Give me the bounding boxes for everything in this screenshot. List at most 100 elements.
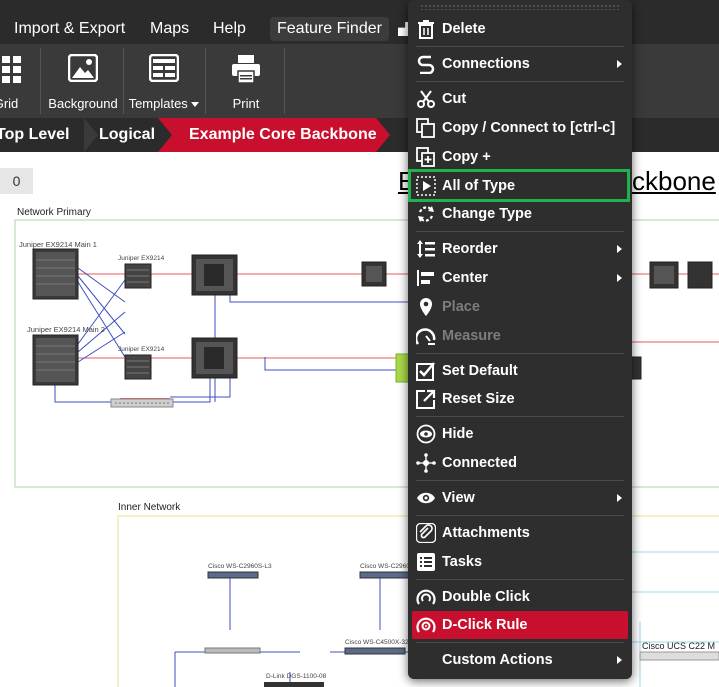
device-cisco-ucs[interactable] (639, 651, 719, 661)
device-juniper-ex1[interactable] (124, 263, 152, 289)
menu-item-attachments[interactable]: Attachments (412, 520, 628, 546)
select-all-icon (416, 176, 436, 196)
menu-item-connections[interactable]: Connections (412, 51, 628, 77)
menu-item-copy-connect[interactable]: Copy / Connect to [ctrl-c] (412, 115, 628, 141)
network-icon (416, 453, 436, 473)
device-label-ex1: Juniper EX9214 (118, 255, 165, 262)
device-core-switch-1[interactable] (191, 254, 238, 296)
grid-label: Grid (0, 96, 19, 111)
printer-icon (232, 55, 260, 84)
menu-item-center[interactable]: Center (412, 265, 628, 291)
context-menu: Delete Connections Cut Copy / Connect to… (408, 0, 632, 679)
menu-separator (416, 480, 624, 481)
device-switch-right-1[interactable] (361, 261, 387, 287)
menu-item-view-label: View (442, 490, 475, 506)
menu-item-measure-label: Measure (442, 328, 501, 344)
menu-item-all-of-type[interactable]: All of Type (412, 173, 628, 199)
copy-icon (416, 118, 435, 138)
pin-icon (420, 298, 432, 316)
swap-icon (418, 206, 434, 222)
menu-item-custom-actions-label: Custom Actions (442, 652, 553, 668)
device-label-main2: Juniper EX9214 Main 2 (27, 325, 105, 334)
feature-finder-button[interactable]: Feature Finder (270, 17, 389, 41)
menu-item-double-click[interactable]: Double Click (412, 584, 628, 610)
hide-icon (416, 424, 436, 444)
menu-item-measure[interactable]: Measure (412, 323, 628, 349)
image-icon (68, 54, 98, 82)
breadcrumb-top-level[interactable]: Top Level (0, 118, 70, 152)
group-inner-network-label: Inner Network (118, 502, 181, 513)
device-dlink[interactable] (264, 682, 324, 687)
device-label-cisco-a: Cisco WS-C2960S-L3 (208, 563, 272, 570)
device-cisco-b[interactable] (359, 571, 411, 579)
menu-separator (416, 515, 624, 516)
menu-item-set-default[interactable]: Set Default (412, 358, 628, 384)
menu-import-export[interactable]: Import & Export (14, 0, 125, 44)
templates-button[interactable]: Templates (124, 44, 204, 118)
menu-item-copy-plus[interactable]: Copy + (412, 144, 628, 170)
menu-item-cut-label: Cut (442, 91, 467, 107)
menu-item-double-click-label: Double Click (442, 589, 530, 605)
device-juniper-main2[interactable] (32, 334, 79, 386)
menu-item-custom-actions[interactable]: Custom Actions (412, 647, 628, 673)
menu-separator (416, 579, 624, 580)
checkbox-icon (416, 362, 435, 381)
menu-item-reset-size[interactable]: Reset Size (412, 386, 628, 412)
menu-item-tasks[interactable]: Tasks (412, 549, 628, 575)
device-patch-panel[interactable] (110, 398, 174, 408)
menu-item-dclick-rule[interactable]: D-Click Rule (412, 612, 628, 638)
menu-separator (416, 353, 624, 354)
menu-maps[interactable]: Maps (150, 0, 189, 44)
menu-item-copy-connect-label: Copy / Connect to [ctrl-c] (442, 120, 616, 136)
menu-separator (416, 416, 624, 417)
menu-item-dclick-rule-label: D-Click Rule (442, 617, 528, 633)
menu-item-change-type-label: Change Type (442, 206, 532, 222)
menu-item-cut[interactable]: Cut (412, 86, 628, 112)
menu-item-all-of-type-label: All of Type (442, 178, 516, 194)
menu-item-change-type[interactable]: Change Type (412, 201, 628, 227)
app-window: Import & Export Maps Help Feature Finder… (0, 0, 719, 687)
menu-separator (416, 81, 624, 82)
menu-item-reorder-label: Reorder (442, 241, 498, 257)
menu-item-connections-label: Connections (442, 56, 530, 72)
background-button[interactable]: Background (44, 44, 122, 118)
device-label-dlink: D-Link DGS-1100-08 (266, 673, 327, 680)
menu-item-hide-label: Hide (442, 426, 474, 442)
device-juniper-ex2[interactable] (124, 354, 152, 380)
menu-item-tasks-label: Tasks (442, 554, 483, 570)
device-switch-right-3[interactable] (687, 261, 713, 289)
menu-separator (416, 46, 624, 47)
menu-item-place[interactable]: Place (412, 294, 628, 320)
click-rule-icon (416, 617, 436, 633)
device-core-switch-2[interactable] (191, 337, 238, 379)
device-cisco-a[interactable] (207, 571, 259, 579)
menu-item-copy-plus-label: Copy + (442, 149, 491, 165)
device-cisco-c[interactable] (204, 647, 406, 655)
toolbar-divider (205, 48, 206, 114)
grid-button[interactable]: Grid (0, 44, 32, 118)
menu-item-delete[interactable]: Delete (412, 16, 628, 42)
breadcrumb-logical[interactable]: Logical (99, 118, 155, 152)
menu-item-delete-label: Delete (442, 21, 486, 37)
menu-item-reset-size-label: Reset Size (442, 391, 515, 407)
templates-label: Templates (124, 96, 204, 111)
toolbar-divider (40, 48, 41, 114)
list-icon (417, 553, 435, 571)
menu-item-connected[interactable]: Connected (412, 450, 628, 476)
scissors-icon (417, 90, 435, 108)
menu-item-attachments-label: Attachments (442, 525, 530, 541)
link-icon (417, 55, 435, 74)
submenu-arrow-icon (617, 245, 622, 253)
menu-help[interactable]: Help (213, 0, 246, 44)
breadcrumb-example-core-backbone[interactable]: Example Core Backbone (189, 118, 377, 152)
submenu-arrow-icon (617, 274, 622, 282)
menu-drag-handle[interactable] (420, 4, 620, 10)
menu-item-hide[interactable]: Hide (412, 421, 628, 447)
menu-item-view[interactable]: View (412, 485, 628, 511)
device-juniper-main1[interactable] (32, 248, 79, 300)
trash-icon (418, 20, 434, 39)
submenu-arrow-icon (617, 656, 622, 664)
device-switch-right-2[interactable] (649, 261, 679, 289)
print-button[interactable]: Print (208, 44, 284, 118)
menu-item-reorder[interactable]: Reorder (412, 236, 628, 262)
